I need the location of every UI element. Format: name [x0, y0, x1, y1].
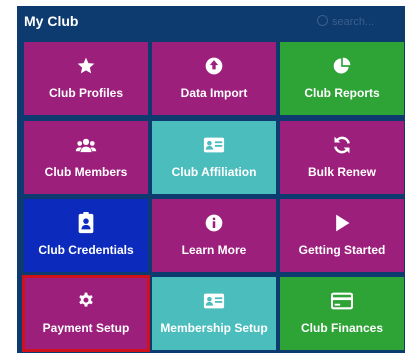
learn-more-tile[interactable]: Learn More [152, 199, 276, 272]
bulk-renew-tile[interactable]: Bulk Renew [280, 121, 404, 194]
refresh-icon [331, 134, 353, 156]
play-icon [331, 212, 353, 234]
panel-title: My Club [24, 13, 79, 29]
tile-label: Bulk Renew [307, 165, 376, 179]
membership-setup-tile[interactable]: Membership Setup [152, 277, 276, 350]
credit-card-icon [331, 290, 353, 312]
my-club-panel: My Club search... Club Profiles Data Imp… [17, 6, 405, 353]
tile-label: Payment Setup [42, 321, 130, 335]
getting-started-tile[interactable]: Getting Started [280, 199, 404, 272]
gear-icon [75, 290, 97, 312]
tile-label: Data Import [180, 86, 248, 100]
tile-label: Club Finances [300, 321, 383, 335]
search-hint: search... [317, 15, 401, 33]
club-profiles-tile[interactable]: Club Profiles [24, 42, 148, 115]
tile-label: Membership Setup [160, 321, 268, 335]
tile-label: Club Members [44, 165, 128, 179]
id-badge-icon [75, 212, 97, 234]
tile-label: Learn More [181, 243, 247, 257]
club-members-tile[interactable]: Club Members [24, 121, 148, 194]
upload-icon [203, 55, 225, 77]
tile-label: Club Reports [304, 86, 380, 100]
search-icon [317, 15, 328, 26]
search-hint-text: search... [332, 16, 375, 28]
id-card-icon [203, 290, 225, 312]
data-import-tile[interactable]: Data Import [152, 42, 276, 115]
tile-label: Club Affiliation [171, 165, 257, 179]
tile-label: Club Credentials [38, 243, 134, 257]
info-icon [203, 212, 225, 234]
users-icon [75, 134, 97, 156]
tile-label: Getting Started [298, 243, 386, 257]
pie-chart-icon [331, 55, 353, 77]
tile-label: Club Profiles [48, 86, 123, 100]
star-icon [75, 55, 97, 77]
club-reports-tile[interactable]: Club Reports [280, 42, 404, 115]
club-affiliation-tile[interactable]: Club Affiliation [152, 121, 276, 194]
club-finances-tile[interactable]: Club Finances [280, 277, 404, 350]
id-card-icon [203, 134, 225, 156]
club-credentials-tile[interactable]: Club Credentials [24, 199, 148, 272]
payment-setup-tile[interactable]: Payment Setup [22, 275, 150, 352]
